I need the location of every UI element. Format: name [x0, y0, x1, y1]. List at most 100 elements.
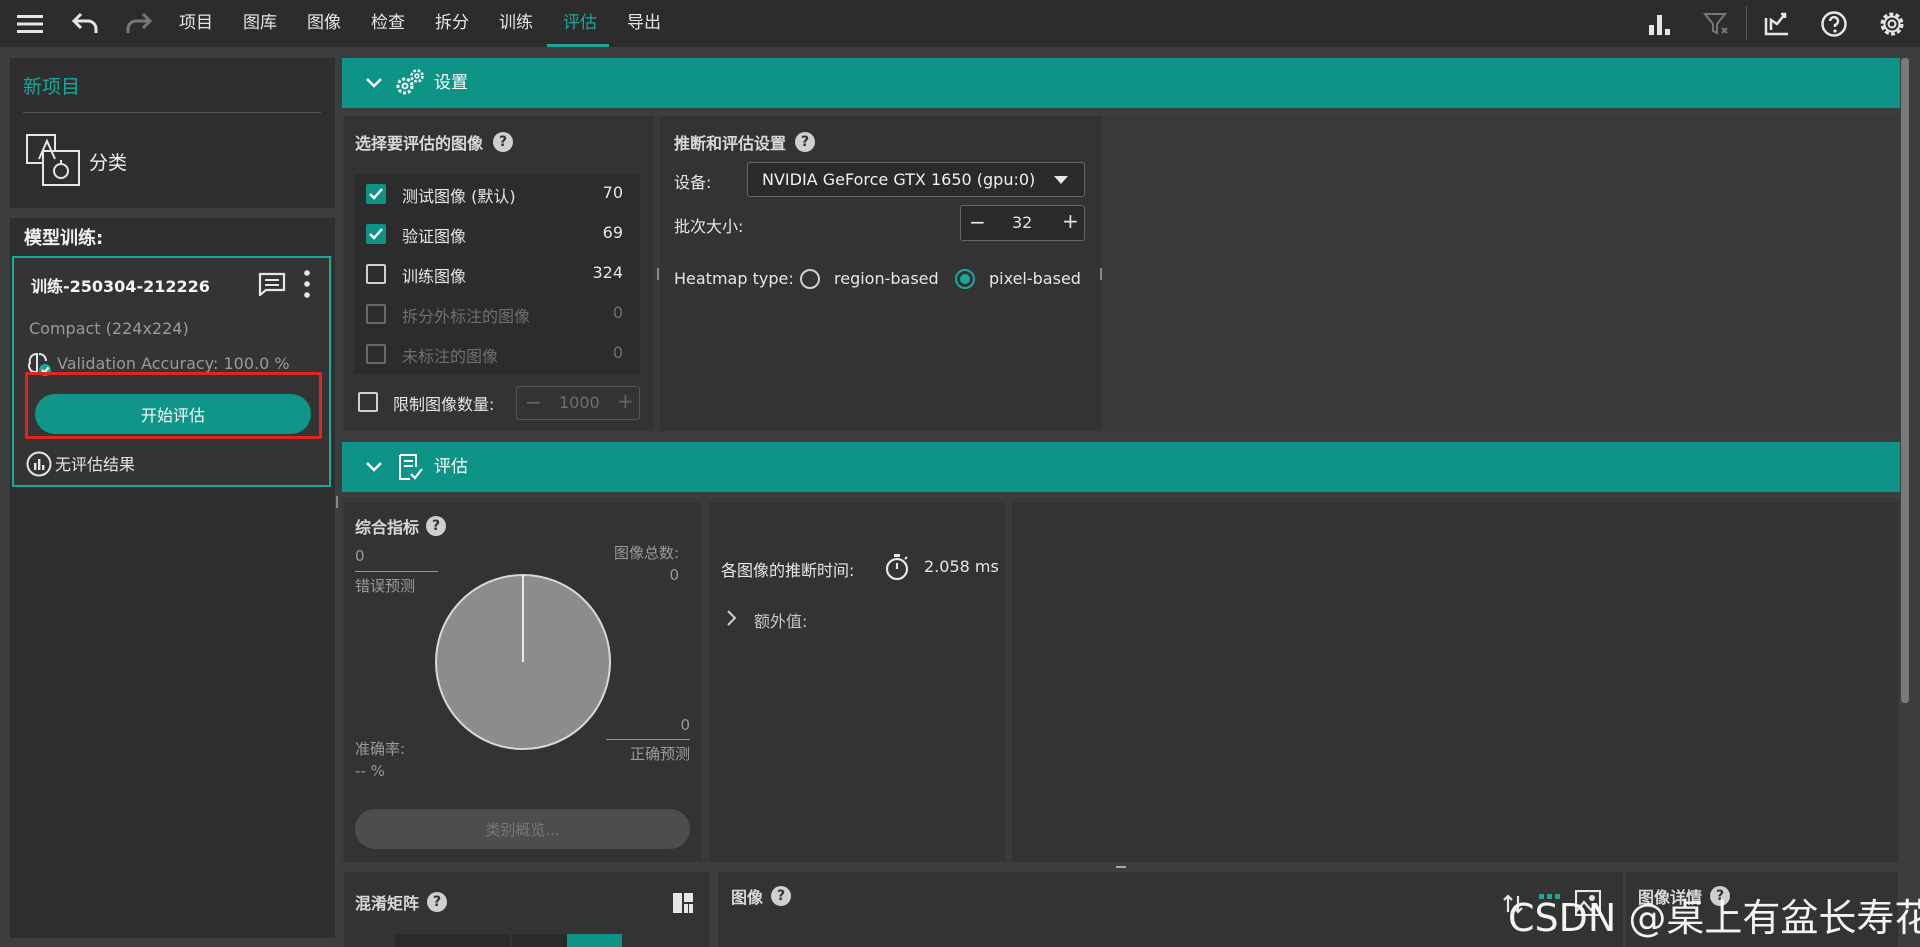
images-panel: 图像 ?	[718, 872, 1623, 947]
menu-evaluate[interactable]: 评估	[563, 0, 597, 47]
training-name: 训练-250304-212226	[31, 277, 210, 296]
checkbox-test-images[interactable]	[366, 184, 386, 204]
select-images-panel: 选择要评估的图像 ? 测试图像 (默认) 70 验证图像 69 训练图像 324…	[344, 116, 654, 431]
bar-chart-icon[interactable]	[1645, 9, 1675, 39]
correct-predictions-label: 正确预测	[629, 745, 690, 763]
accuracy-pie-chart	[435, 574, 611, 750]
checkbox-validation-images[interactable]	[366, 224, 386, 244]
images-panel-help-icon[interactable]: ?	[771, 886, 791, 906]
limit-images-stepper: − 1000 +	[516, 386, 640, 420]
undo-icon[interactable]	[70, 8, 100, 38]
limit-images-value: 1000	[559, 393, 600, 412]
project-divider	[23, 112, 321, 113]
inference-settings-help-icon[interactable]: ?	[795, 132, 815, 152]
device-label: 设备:	[674, 173, 712, 192]
image-set-row-test[interactable]: 测试图像 (默认) 70	[355, 174, 640, 214]
checkbox-train-images[interactable]	[366, 264, 386, 284]
menu-images[interactable]: 图像	[307, 0, 341, 47]
dropdown-arrow-icon	[1053, 173, 1069, 187]
comment-icon[interactable]	[257, 270, 287, 298]
resize-handle[interactable]	[657, 268, 659, 280]
class-overview-button[interactable]: 类别概览...	[355, 809, 690, 849]
project-card: 新项目 分类	[10, 58, 335, 208]
settings-section-header[interactable]: 设置	[342, 58, 1900, 108]
confusion-matrix-panel: 混淆矩阵 ?	[344, 872, 709, 947]
resize-handle[interactable]	[336, 496, 338, 508]
model-training-title: 模型训练:	[24, 228, 104, 249]
image-set-count: 324	[592, 263, 623, 282]
matrix-header-cell	[395, 934, 510, 947]
menu-project[interactable]: 项目	[179, 0, 213, 47]
evaluation-detail-panel	[1012, 502, 1898, 862]
select-images-help-icon[interactable]: ?	[493, 132, 513, 152]
image-set-label: 拆分外标注的图像	[402, 307, 531, 326]
resize-handle[interactable]	[1116, 866, 1126, 868]
inference-time-panel: 各图像的推断时间: 2.058 ms 额外值:	[709, 502, 1005, 862]
model-architecture: Compact (224x224)	[29, 319, 189, 338]
batch-decrement-button[interactable]: −	[969, 210, 986, 234]
main-scrollbar[interactable]	[1901, 58, 1909, 703]
summary-metrics-title: 综合指标	[355, 518, 420, 537]
menu-train[interactable]: 训练	[499, 0, 533, 47]
images-panel-title: 图像	[731, 888, 764, 907]
chevron-down-icon[interactable]	[362, 71, 386, 95]
top-toolbar: 项目 图库 图像 检查 拆分 训练 评估 导出	[0, 0, 1920, 47]
inference-settings-title: 推断和评估设置	[674, 134, 787, 153]
settings-section-title: 设置	[434, 73, 468, 93]
checkbox-limit-images[interactable]	[358, 392, 378, 412]
evaluation-report-icon	[396, 452, 424, 482]
total-images-label: 图像总数:	[613, 544, 679, 562]
stopwatch-icon	[882, 552, 912, 582]
redo-icon[interactable]	[124, 8, 154, 38]
device-select-value: NVIDIA GeForce GTX 1650 (gpu:0)	[762, 170, 1036, 189]
help-icon[interactable]	[1819, 9, 1849, 39]
image-set-count: 0	[612, 303, 623, 322]
summary-metrics-panel: 综合指标 ? 0 错误预测 图像总数: 0 0 正确预测 准确率: -- % 类…	[344, 502, 701, 862]
inference-time-value: 2.058 ms	[924, 557, 999, 576]
image-set-count: 0	[612, 343, 623, 362]
radio-pixel-based[interactable]	[955, 269, 975, 289]
menu-split[interactable]: 拆分	[435, 0, 469, 47]
radio-region-based[interactable]	[800, 269, 820, 289]
csdn-watermark: CSDN @桌上有盆长寿花	[1508, 896, 1920, 940]
image-set-row-validation[interactable]: 验证图像 69	[355, 214, 640, 254]
batch-size-label: 批次大小:	[674, 217, 744, 236]
pixel-based-label: pixel-based	[989, 269, 1081, 288]
wrong-predictions-label: 错误预测	[355, 577, 416, 595]
chevron-down-icon[interactable]	[362, 455, 386, 479]
more-options-icon[interactable]	[299, 268, 315, 300]
inference-settings-panel: 推断和评估设置 ? 设备: NVIDIA GeForce GTX 1650 (g…	[660, 116, 1102, 431]
chevron-right-icon[interactable]	[723, 608, 739, 628]
menu-export[interactable]: 导出	[627, 0, 661, 47]
confusion-matrix-help-icon[interactable]: ?	[427, 892, 447, 912]
resize-handle[interactable]	[1100, 268, 1102, 280]
confusion-matrix-title: 混淆矩阵	[355, 894, 420, 913]
settings-gear-icon[interactable]	[1875, 7, 1909, 41]
summary-metrics-help-icon[interactable]: ?	[426, 516, 446, 536]
layout-grid-icon[interactable]	[670, 890, 696, 916]
batch-increment-button[interactable]: +	[1062, 209, 1079, 233]
matrix-header-cell	[567, 934, 622, 947]
project-title[interactable]: 新项目	[23, 72, 80, 99]
image-set-count: 70	[602, 183, 623, 202]
no-eval-results: 无评估结果	[55, 455, 136, 474]
filter-icon[interactable]	[1701, 9, 1731, 39]
batch-size-stepper[interactable]: − 32 +	[960, 205, 1085, 241]
extra-values-label[interactable]: 额外值:	[754, 608, 807, 632]
classification-icon	[24, 132, 82, 188]
decrement-icon: −	[525, 390, 542, 414]
device-select[interactable]: NVIDIA GeForce GTX 1650 (gpu:0)	[747, 162, 1085, 197]
evaluation-section-title: 评估	[434, 457, 468, 477]
project-type-label: 分类	[89, 152, 128, 174]
image-set-row-train[interactable]: 训练图像 324	[355, 254, 640, 294]
region-based-label: region-based	[834, 269, 939, 288]
correct-predictions-value: 0	[680, 716, 690, 734]
heatmap-type-label: Heatmap type:	[674, 269, 794, 288]
limit-images-label: 限制图像数量:	[393, 395, 495, 414]
menu-inspect[interactable]: 检查	[371, 0, 405, 47]
evaluation-section-header[interactable]: 评估	[342, 442, 1900, 492]
menu-library[interactable]: 图库	[243, 0, 277, 47]
hamburger-menu-icon[interactable]	[14, 10, 46, 37]
feedback-icon[interactable]	[1762, 9, 1792, 39]
matrix-header-cell	[512, 934, 567, 947]
